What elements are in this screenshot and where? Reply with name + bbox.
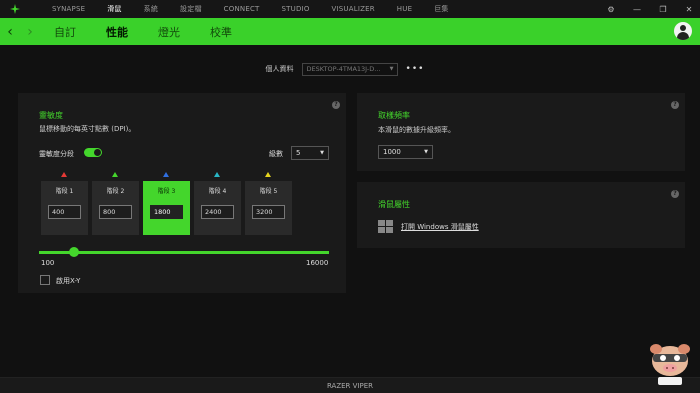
settings-gear-icon[interactable]: ⚙: [606, 5, 616, 14]
stage-name: 階段 4: [208, 188, 227, 195]
mouse-properties-title: 滑鼠屬性: [378, 200, 410, 209]
stage-card[interactable]: 階段 5 3200: [245, 172, 292, 235]
nav-studio[interactable]: STUDIO: [282, 5, 310, 13]
sensitivity-panel: ? 靈敏度 鼠標移動的每英寸點數 (DPI)。 靈敏度分段 級數 5 ▼ 階段 …: [18, 93, 346, 293]
maximize-icon[interactable]: ❐: [658, 5, 668, 14]
chevron-down-icon: ▼: [424, 149, 428, 155]
stage-card-active[interactable]: 階段 3 1800: [143, 172, 190, 235]
chevron-down-icon: ▼: [320, 150, 324, 156]
stage-indicator-icon: [163, 172, 169, 177]
tab-calibration[interactable]: 校準: [210, 24, 232, 40]
help-icon[interactable]: ?: [671, 190, 679, 198]
device-name: RAZER VIPER: [326, 382, 374, 390]
levels-label: 級數: [269, 150, 283, 158]
nav-system[interactable]: 系統: [144, 4, 158, 14]
stage-indicator-icon: [214, 172, 220, 177]
nav-connect[interactable]: CONNECT: [224, 5, 260, 13]
minimize-icon[interactable]: —: [632, 5, 642, 14]
dpi-slider-handle[interactable]: [69, 247, 79, 257]
top-nav: SYNAPSE 滑鼠 系統 設定檔 CONNECT STUDIO VISUALI…: [52, 0, 471, 18]
help-icon[interactable]: ?: [671, 101, 679, 109]
stage-name: 階段 3: [157, 188, 176, 195]
stage-card[interactable]: 階段 4 2400: [194, 172, 241, 235]
nav-macro[interactable]: 巨集: [434, 4, 448, 14]
windows-logo-icon: [378, 220, 394, 234]
polling-title: 取樣頻率: [378, 111, 410, 120]
user-avatar-icon[interactable]: [674, 22, 692, 40]
title-bar: SYNAPSE 滑鼠 系統 設定檔 CONNECT STUDIO VISUALI…: [0, 0, 700, 18]
nav-synapse[interactable]: SYNAPSE: [52, 5, 85, 13]
stage-dpi-input[interactable]: 800: [99, 205, 132, 219]
stage-dpi-input[interactable]: 400: [48, 205, 81, 219]
profile-row: 個人資料 DESKTOP-4TMA13J-D... ▼ •••: [0, 62, 700, 76]
profile-label: 個人資料: [265, 65, 294, 73]
dpi-stages: 階段 1 400 階段 2 800 階段 3 1800 階段 4 2400 階段…: [41, 172, 292, 235]
stage-indicator-icon: [265, 172, 271, 177]
polling-rate-dropdown[interactable]: 1000 ▼: [378, 145, 433, 159]
stage-toggle[interactable]: [84, 148, 102, 157]
stage-indicator-icon: [61, 172, 67, 177]
stage-card[interactable]: 階段 1 400: [41, 172, 88, 235]
polling-description: 本滑鼠的數據升級頻率。: [378, 126, 455, 134]
stage-dpi-input[interactable]: 2400: [201, 205, 234, 219]
nav-profiles[interactable]: 設定檔: [180, 4, 202, 14]
enable-xy-label: 啟用X-Y: [56, 277, 81, 285]
nav-mouse[interactable]: 滑鼠: [107, 4, 121, 14]
stage-indicator-icon: [112, 172, 118, 177]
tab-lighting[interactable]: 燈光: [158, 24, 180, 40]
open-windows-mouse-properties-link[interactable]: 打開 Windows 滑鼠屬性: [401, 222, 479, 232]
stage-name: 階段 5: [259, 188, 278, 195]
dpi-slider-track[interactable]: [39, 251, 329, 254]
slider-min-label: 100: [41, 259, 55, 267]
stage-name: 階段 1: [55, 188, 74, 195]
stage-toggle-label: 靈敏度分段: [39, 150, 74, 158]
nav-hue[interactable]: HUE: [397, 5, 412, 13]
enable-xy-checkbox[interactable]: [40, 275, 50, 285]
polling-value: 1000: [383, 148, 401, 156]
window-controls: ⚙ — ❐ ✕: [606, 0, 694, 18]
profile-value: DESKTOP-4TMA13J-D...: [306, 65, 381, 73]
razer-logo-icon: [6, 0, 24, 18]
polling-rate-panel: ? 取樣頻率 本滑鼠的數據升級頻率。 1000 ▼: [357, 93, 685, 171]
device-footer: RAZER VIPER: [0, 377, 700, 393]
mouse-properties-panel: ? 滑鼠屬性 打開 Windows 滑鼠屬性: [357, 182, 685, 248]
stage-dpi-input[interactable]: 1800: [150, 205, 183, 219]
mascot-watermark-icon: [644, 337, 696, 389]
nav-visualizer[interactable]: VISUALIZER: [332, 5, 375, 13]
slider-max-label: 16000: [306, 259, 329, 267]
stage-card[interactable]: 階段 2 800: [92, 172, 139, 235]
levels-dropdown[interactable]: 5 ▼: [291, 146, 329, 160]
sub-tabs: 自訂 性能 燈光 校準: [54, 24, 262, 40]
close-icon[interactable]: ✕: [684, 5, 694, 14]
chevron-down-icon: ▼: [389, 66, 394, 72]
stage-name: 階段 2: [106, 188, 125, 195]
sub-nav: ‹ › 自訂 性能 燈光 校準: [0, 18, 700, 45]
sensitivity-title: 靈敏度: [39, 111, 63, 120]
levels-value: 5: [296, 149, 301, 157]
help-icon[interactable]: ?: [332, 101, 340, 109]
profile-dropdown[interactable]: DESKTOP-4TMA13J-D... ▼: [301, 62, 398, 76]
tab-customize[interactable]: 自訂: [54, 24, 76, 40]
stage-dpi-input[interactable]: 3200: [252, 205, 285, 219]
forward-arrow-icon[interactable]: ›: [20, 24, 40, 40]
back-arrow-icon[interactable]: ‹: [0, 24, 20, 40]
tab-performance[interactable]: 性能: [106, 24, 128, 40]
sensitivity-description: 鼠標移動的每英寸點數 (DPI)。: [39, 125, 136, 133]
more-options-icon[interactable]: •••: [406, 64, 425, 74]
